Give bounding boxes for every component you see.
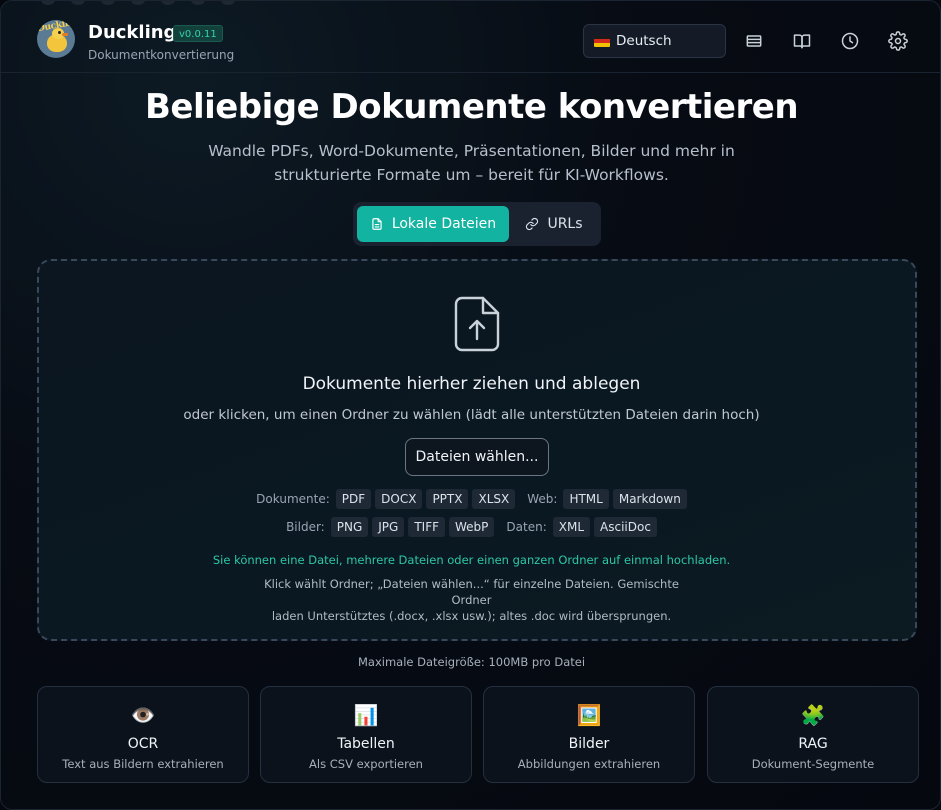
bar-chart-icon: 📊	[353, 703, 379, 727]
data-label: Daten:	[506, 520, 547, 534]
feature-subtitle: Abbildungen extrahieren	[517, 757, 661, 771]
feature-card-ocr: 👁️ OCR Text aus Bildern extrahieren	[37, 686, 249, 783]
link-icon	[526, 217, 539, 231]
duckling-logo: Duckling	[37, 20, 75, 58]
german-flag-icon	[594, 35, 610, 47]
source-tabs: Lokale Dateien URLs	[353, 202, 601, 246]
format-chip: Markdown	[612, 489, 687, 509]
page-subtitle-line2: strukturierte Formate um – bereit für KI…	[274, 166, 669, 184]
upload-note: Klick wählt Ordner; „Dateien wählen...“ …	[251, 576, 692, 624]
format-chip: AsciiDoc	[594, 517, 657, 537]
list-icon[interactable]	[742, 29, 766, 53]
dropzone-title: Dokumente hierher ziehen und ablegen	[302, 374, 641, 394]
tab-urls-label: URLs	[547, 216, 583, 232]
format-chip: PNG	[330, 517, 369, 537]
feature-card-tables: 📊 Tabellen Als CSV exportieren	[260, 686, 472, 783]
documents-label: Dokumente:	[256, 492, 330, 506]
feature-title: Bilder	[568, 736, 610, 752]
dropzone-subtitle: oder klicken, um einen Ordner zu wählen …	[183, 407, 760, 423]
feature-subtitle: Dokument-Segmente	[751, 757, 875, 771]
format-chip: TIFF	[408, 517, 446, 537]
upload-note-line1: Klick wählt Ordner; „Dateien wählen...“ …	[264, 577, 679, 607]
history-icon[interactable]	[838, 29, 862, 53]
feature-card-images: 🖼️ Bilder Abbildungen extrahieren	[483, 686, 695, 783]
feature-subtitle: Text aus Bildern extrahieren	[62, 757, 224, 771]
app-header: Duckling Duckling v0.0.11 Dokumentkonver…	[1, 1, 940, 73]
upload-note-line2: laden Unterstütztes (.docx, .xlsx usw.);…	[271, 609, 672, 623]
feature-subtitle: Als CSV exportieren	[309, 757, 423, 771]
eye-icon: 👁️	[130, 703, 156, 727]
language-label: Deutsch	[616, 33, 672, 49]
format-chip: DOCX	[375, 489, 423, 509]
file-icon	[372, 218, 382, 230]
language-select[interactable]: Deutsch	[583, 24, 726, 58]
settings-icon[interactable]	[886, 29, 910, 53]
file-upload-icon	[453, 295, 501, 353]
page-subtitle-line1: Wandle PDFs, Word-Dokumente, Präsentatio…	[208, 142, 735, 160]
format-chip: WebP	[449, 517, 495, 537]
format-chip: HTML	[563, 489, 609, 509]
format-chip: PPTX	[426, 489, 469, 509]
page-subtitle: Wandle PDFs, Word-Dokumente, Präsentatio…	[191, 139, 752, 187]
upload-hint: Sie können eine Datei, mehrere Dateien o…	[212, 553, 731, 567]
feature-title: OCR	[127, 736, 159, 752]
feature-title: RAG	[798, 736, 828, 752]
format-chip: JPG	[372, 517, 405, 537]
max-file-size: Maximale Dateigröße: 100MB pro Datei	[357, 655, 586, 669]
picture-icon: 🖼️	[576, 703, 602, 727]
format-chip: XLSX	[472, 489, 516, 509]
app-window: Duckling Duckling v0.0.11 Dokumentkonver…	[0, 0, 941, 810]
version-badge: v0.0.11	[173, 25, 223, 42]
format-chip: XML	[552, 517, 591, 537]
app-name: Duckling	[88, 22, 177, 43]
images-label: Bilder:	[286, 520, 325, 534]
tab-local-files-label: Lokale Dateien	[391, 216, 497, 232]
format-chip: PDF	[335, 489, 372, 509]
book-icon[interactable]	[790, 29, 814, 53]
feature-card-rag: 🧩 RAG Dokument-Segmente	[707, 686, 919, 783]
web-label: Web:	[527, 492, 558, 506]
page-title: Beliebige Dokumente konvertieren	[144, 87, 799, 127]
feature-title: Tabellen	[337, 736, 395, 752]
format-row-2: Bilder: PNG JPG TIFF WebP Daten: XML Asc…	[1, 517, 940, 537]
puzzle-icon: 🧩	[800, 703, 826, 727]
tab-local-files[interactable]: Lokale Dateien	[357, 206, 509, 242]
format-row-1: Dokumente: PDF DOCX PPTX XLSX Web: HTML …	[1, 489, 940, 509]
tab-urls[interactable]: URLs	[511, 206, 597, 242]
app-subtitle: Dokumentkonvertierung	[88, 48, 235, 62]
choose-files-button[interactable]: Dateien wählen...	[405, 438, 549, 476]
